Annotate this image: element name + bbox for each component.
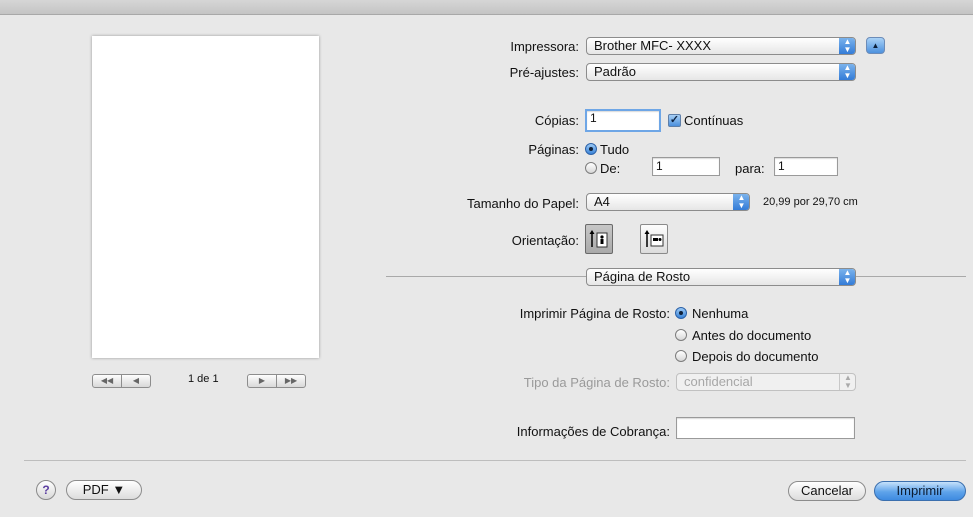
sheet-top-strip xyxy=(0,0,973,15)
last-page-icon[interactable]: ▶▶ xyxy=(276,375,305,387)
copies-field[interactable]: 1 xyxy=(585,109,661,132)
pages-to-label: para: xyxy=(735,161,765,176)
pages-label: Páginas: xyxy=(528,142,579,157)
pages-range-radio[interactable] xyxy=(585,162,597,174)
next-page-icon[interactable]: ▶ xyxy=(248,375,276,387)
preview-nav-back[interactable]: ◀◀ ◀ xyxy=(92,374,151,388)
pages-all-label: Tudo xyxy=(600,142,630,157)
section-divider-right xyxy=(856,276,966,277)
cover-type-value: confidencial xyxy=(684,374,753,389)
preview-nav-forward[interactable]: ▶ ▶▶ xyxy=(247,374,306,388)
pages-from-label: De: xyxy=(600,161,621,176)
popup-arrows-icon: ▲ ▼ xyxy=(839,374,855,390)
cover-after-label: Depois do documento xyxy=(692,349,819,364)
copies-label: Cópias: xyxy=(534,113,579,128)
cover-after-radio[interactable] xyxy=(675,350,687,362)
popup-arrows-icon: ▲ ▼ xyxy=(839,38,855,54)
paper-dimensions: 20,99 por 29,70 cm xyxy=(763,196,858,208)
preview-page-counter: 1 de 1 xyxy=(188,373,219,385)
previous-page-icon[interactable]: ◀ xyxy=(121,375,150,387)
cover-page-label: Imprimir Página de Rosto: xyxy=(519,306,670,321)
paper-size-label: Tamanho do Papel: xyxy=(466,196,579,211)
pdf-menu-button[interactable]: PDF ▼ xyxy=(66,480,142,500)
orientation-label: Orientação: xyxy=(511,233,579,248)
footer-divider xyxy=(24,460,966,461)
popup-arrows-icon: ▲ ▼ xyxy=(839,64,855,80)
help-button[interactable]: ? xyxy=(36,480,56,500)
cover-type-popup[interactable]: confidencial ▲ ▼ xyxy=(676,373,856,391)
paper-size-popup[interactable]: A4 ▲ ▼ xyxy=(586,193,750,211)
cover-type-label: Tipo da Página de Rosto: xyxy=(523,375,670,390)
printer-label: Impressora: xyxy=(510,39,579,54)
printer-value: Brother MFC- XXXX xyxy=(594,38,712,53)
presets-label: Pré-ajustes: xyxy=(509,65,579,80)
landscape-orientation-button[interactable] xyxy=(640,224,668,254)
section-divider-left xyxy=(386,276,586,277)
paper-size-value: A4 xyxy=(594,194,610,209)
billing-field[interactable] xyxy=(676,417,855,439)
popup-arrows-icon: ▲ ▼ xyxy=(733,194,749,210)
cancel-button[interactable]: Cancelar xyxy=(788,481,866,501)
collate-label: Contínuas xyxy=(684,113,744,128)
cover-none-label: Nenhuma xyxy=(692,306,749,321)
first-page-icon[interactable]: ◀◀ xyxy=(93,375,121,387)
print-preview-page xyxy=(92,36,319,358)
cover-before-radio[interactable] xyxy=(675,329,687,341)
collapse-details-button[interactable]: ▲ xyxy=(866,37,885,54)
collate-checkbox[interactable]: ✓ xyxy=(668,114,681,127)
landscape-icon xyxy=(644,230,664,247)
presets-value: Padrão xyxy=(594,64,636,79)
popup-arrows-icon: ▲ ▼ xyxy=(839,269,855,285)
cover-none-radio[interactable] xyxy=(675,307,687,319)
printer-popup[interactable]: Brother MFC- XXXX ▲ ▼ xyxy=(586,37,856,55)
presets-popup[interactable]: Padrão ▲ ▼ xyxy=(586,63,856,81)
billing-label: Informações de Cobrança: xyxy=(516,424,670,439)
print-section-popup[interactable]: Página de Rosto ▲ ▼ xyxy=(586,268,856,286)
print-section-value: Página de Rosto xyxy=(594,269,691,284)
cover-before-label: Antes do documento xyxy=(692,328,812,343)
pages-from-field[interactable]: 1 xyxy=(652,157,720,176)
portrait-orientation-button[interactable] xyxy=(585,224,613,254)
pages-all-radio[interactable] xyxy=(585,143,597,155)
portrait-icon xyxy=(589,230,608,248)
pages-to-field[interactable]: 1 xyxy=(774,157,838,176)
print-button[interactable]: Imprimir xyxy=(874,481,966,501)
